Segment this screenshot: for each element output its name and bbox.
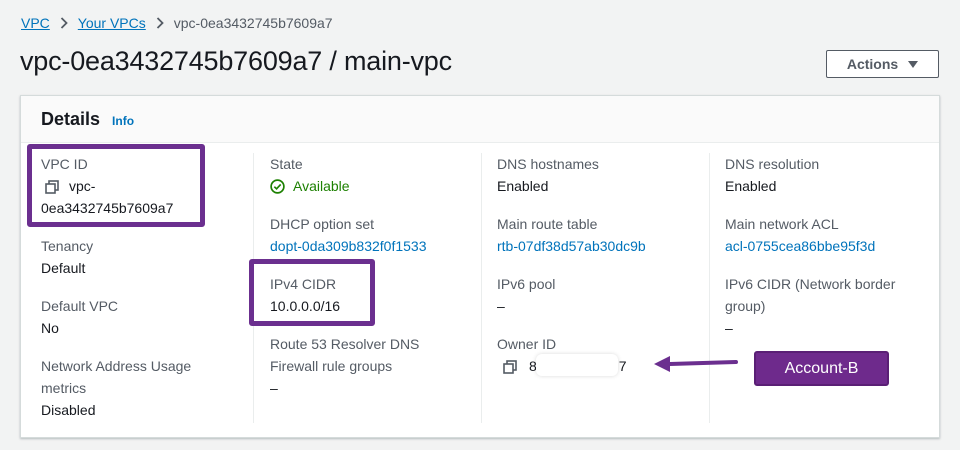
info-link[interactable]: Info xyxy=(112,114,134,128)
ipv6-cidr-label-line1: IPv6 CIDR (Network border xyxy=(725,276,896,292)
column-divider xyxy=(709,153,710,423)
tenancy-value: Default xyxy=(41,260,86,276)
nau-metrics-field: Network Address Usage metrics Disabled xyxy=(41,355,191,421)
main-acl-field: Main network ACL acl-0755cea86bbe95f3d xyxy=(725,213,875,257)
column-divider xyxy=(481,153,482,423)
default-vpc-field: Default VPC No xyxy=(41,295,118,339)
dhcp-label: DHCP option set xyxy=(270,216,375,232)
ipv6-pool-label: IPv6 pool xyxy=(497,276,556,292)
nau-metrics-label-line1: Network Address Usage xyxy=(41,358,192,374)
r53-field: Route 53 Resolver DNS Firewall rule grou… xyxy=(270,333,419,399)
main-route-table-label: Main route table xyxy=(497,216,598,232)
actions-button-label: Actions xyxy=(846,56,899,72)
caret-down-icon xyxy=(908,60,919,68)
check-circle-icon xyxy=(270,178,289,194)
ipv6-cidr-field: IPv6 CIDR (Network border group) – xyxy=(725,273,895,339)
ipv6-pool-value: – xyxy=(497,298,505,314)
dns-resolution-label: DNS resolution xyxy=(725,156,820,172)
r53-value: – xyxy=(270,380,278,396)
copy-icon[interactable] xyxy=(503,360,517,375)
main-acl-label: Main network ACL xyxy=(725,216,839,232)
state-field: State Available xyxy=(270,153,350,200)
vpc-id-highlight-box xyxy=(27,144,205,227)
dhcp-link[interactable]: dopt-0da309b832f0f1533 xyxy=(270,235,426,257)
state-value: Available xyxy=(293,178,350,194)
ipv6-cidr-label-line2: group) xyxy=(725,298,766,314)
breadcrumb-current: vpc-0ea3432745b7609a7 xyxy=(173,15,333,31)
r53-label-line2: Firewall rule groups xyxy=(270,358,393,374)
details-panel-header: Details Info xyxy=(21,96,939,143)
ipv6-cidr-value: – xyxy=(725,320,733,336)
dhcp-field: DHCP option set dopt-0da309b832f0f1533 xyxy=(270,213,426,257)
account-b-badge: Account-B xyxy=(754,351,889,386)
nau-metrics-value: Disabled xyxy=(41,402,96,418)
breadcrumb-your-vpcs-link[interactable]: Your VPCs xyxy=(78,15,146,31)
state-label: State xyxy=(270,156,303,172)
main-route-table-link[interactable]: rtb-07df38d57ab30dc9b xyxy=(497,235,646,257)
owner-id-redaction xyxy=(536,354,618,376)
chevron-right-icon xyxy=(60,17,68,29)
nau-metrics-label-line2: metrics xyxy=(41,380,87,396)
details-title: Details xyxy=(41,108,101,129)
chevron-right-icon xyxy=(156,17,164,29)
default-vpc-value: No xyxy=(41,320,59,336)
ipv6-pool-field: IPv6 pool – xyxy=(497,273,555,317)
dns-hostnames-label: DNS hostnames xyxy=(497,156,599,172)
r53-label-line1: Route 53 Resolver DNS xyxy=(270,336,420,352)
dns-hostnames-value: Enabled xyxy=(497,178,549,194)
dns-resolution-field: DNS resolution Enabled xyxy=(725,153,819,197)
owner-id-value-end: 7 xyxy=(618,358,627,374)
tenancy-field: Tenancy Default xyxy=(41,235,93,279)
dns-hostnames-field: DNS hostnames Enabled xyxy=(497,153,599,197)
arrow-left-icon xyxy=(654,356,738,372)
ipv4-cidr-highlight-box xyxy=(249,259,375,326)
actions-button[interactable]: Actions xyxy=(826,50,939,78)
main-acl-link[interactable]: acl-0755cea86bbe95f3d xyxy=(725,235,875,257)
main-route-table-field: Main route table rtb-07df38d57ab30dc9b xyxy=(497,213,646,257)
page-title: vpc-0ea3432745b7609a7 / main-vpc xyxy=(20,46,452,76)
breadcrumb: VPC Your VPCs vpc-0ea3432745b7609a7 xyxy=(21,13,333,33)
dns-resolution-value: Enabled xyxy=(725,178,777,194)
breadcrumb-vpc-link[interactable]: VPC xyxy=(21,15,50,31)
tenancy-label: Tenancy xyxy=(41,238,94,254)
owner-id-label: Owner ID xyxy=(497,336,557,352)
default-vpc-label: Default VPC xyxy=(41,298,119,314)
